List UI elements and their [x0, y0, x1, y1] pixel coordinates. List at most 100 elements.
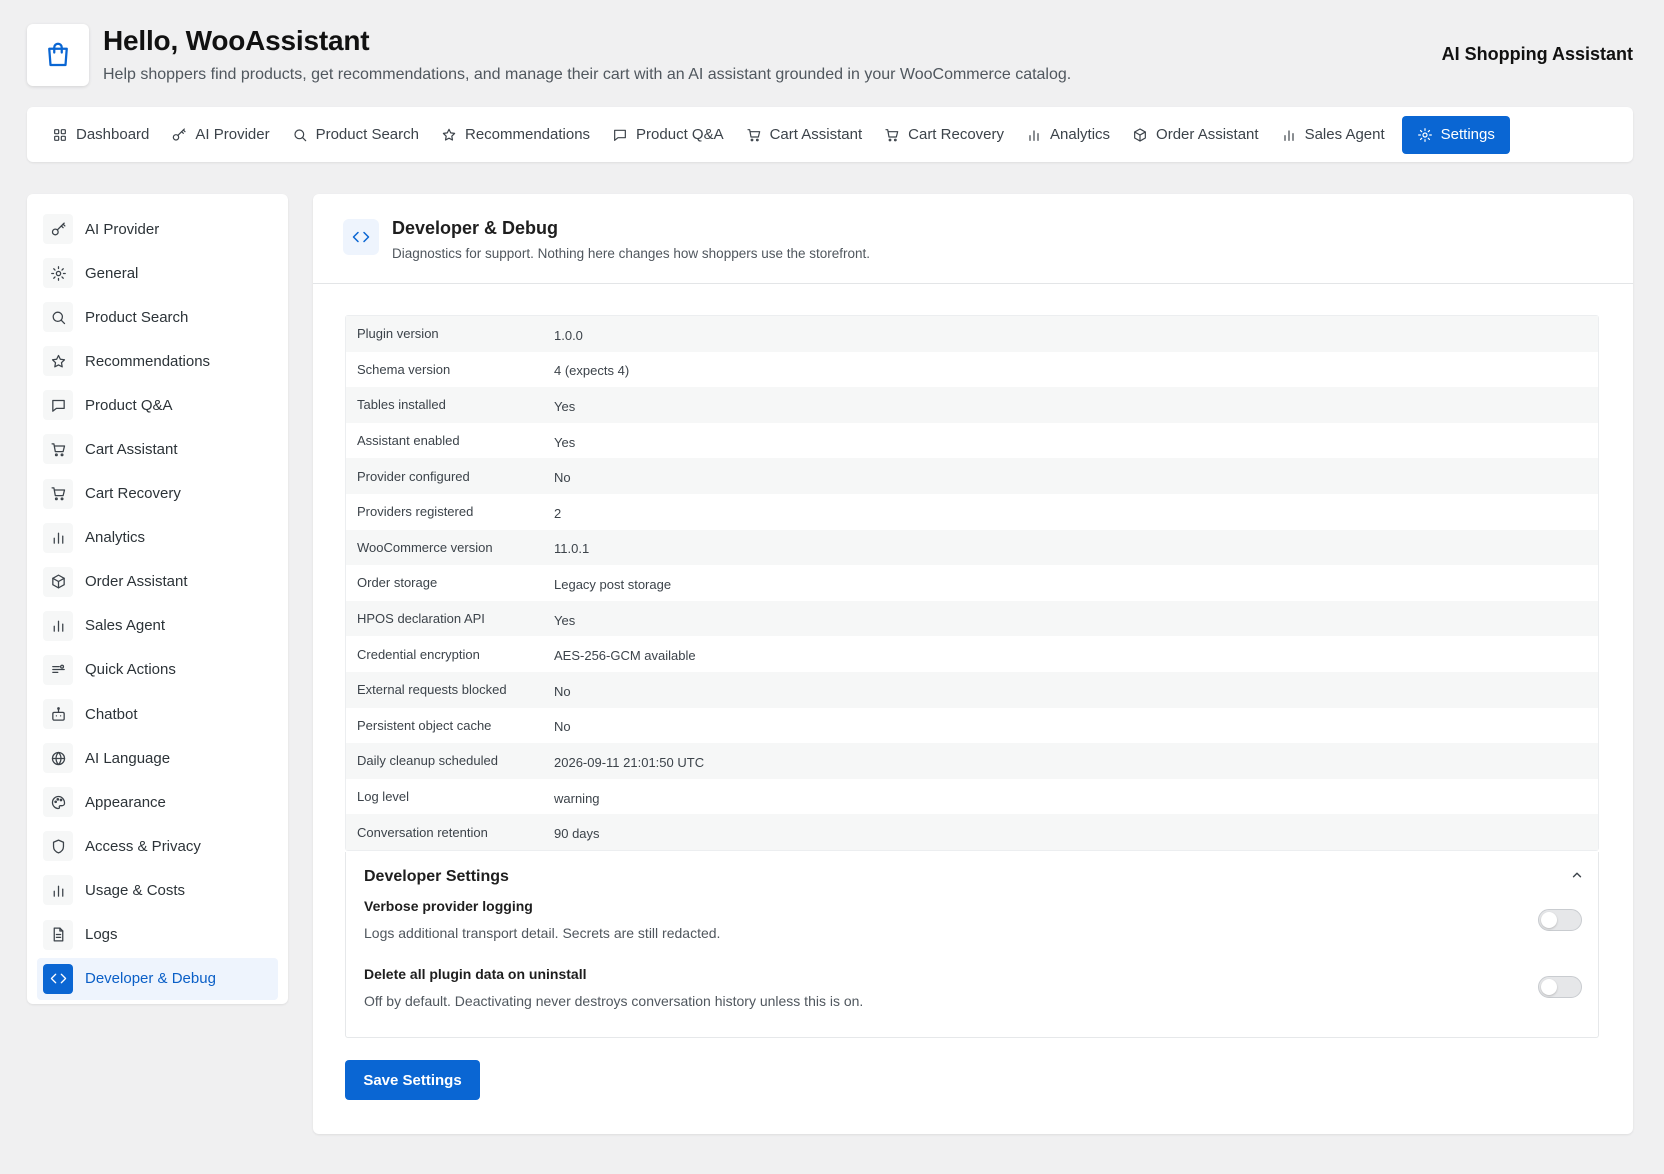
sidebar-item-analytics[interactable]: Analytics: [37, 517, 278, 559]
sidebar-item-chatbot[interactable]: Chatbot: [37, 693, 278, 735]
diagnostic-key: Providers registered: [357, 504, 474, 520]
sidebar-item-label: Recommendations: [85, 352, 211, 370]
tab-label: Cart Assistant: [769, 126, 863, 143]
code-icon: [343, 219, 379, 255]
sidebar-item-recommendations[interactable]: Recommendations: [37, 340, 278, 382]
key-icon: [43, 214, 73, 244]
sidebar-item-label: Appearance: [85, 793, 166, 811]
diagnostic-value: 1.0.0: [554, 327, 583, 343]
tab-cart-assistant[interactable]: Cart Assistant: [735, 116, 874, 154]
sidebar-item-quick-actions[interactable]: Quick Actions: [37, 649, 278, 691]
tab-cart-recovery[interactable]: Cart Recovery: [873, 116, 1015, 154]
product-name: AI Shopping Assistant: [1441, 44, 1633, 64]
diagnostic-key: HPOS declaration API: [357, 611, 485, 627]
bar-chart-icon: [43, 610, 73, 641]
tab-label: Product Q&A: [636, 126, 724, 143]
sidebar-item-cart-recovery[interactable]: Cart Recovery: [37, 473, 278, 515]
top-nav: Dashboard AI Provider Product Search Recomm…: [27, 107, 1633, 162]
diagnostic-value: AES-256-GCM available: [554, 648, 696, 664]
sidebar-item-general[interactable]: General: [37, 252, 278, 294]
tab-label: Sales Agent: [1304, 126, 1385, 143]
sidebar-item-usage-and-costs[interactable]: Usage & Costs: [37, 869, 278, 911]
tab-product-qanda[interactable]: Product Q&A: [601, 116, 735, 154]
diagnostic-key: Provider configured: [357, 468, 470, 484]
tab-recommendations[interactable]: Recommendations: [430, 116, 601, 154]
sidebar-item-order-assistant[interactable]: Order Assistant: [37, 561, 278, 603]
tab-label: Settings: [1440, 126, 1495, 143]
verbose-logging-toggle[interactable]: [1538, 909, 1582, 931]
sidebar-item-label: Access & Privacy: [85, 837, 201, 855]
tab-analytics[interactable]: Analytics: [1015, 116, 1121, 154]
tab-order-assistant[interactable]: Order Assistant: [1121, 116, 1270, 154]
bar-chart-icon: [43, 875, 73, 906]
chevron-up-icon[interactable]: [1568, 866, 1586, 884]
diagnostics-table: Plugin version 1.0.0 Schema version 4 (expe…: [345, 315, 1599, 851]
save-settings-button[interactable]: Save Settings: [345, 1060, 480, 1100]
sidebar-item-label: Developer & Debug: [85, 970, 216, 988]
document-icon: [43, 919, 73, 950]
table-row: Providers registered 2: [346, 494, 1598, 530]
toggle-knob: [1541, 979, 1557, 995]
sidebar-item-product-search[interactable]: Product Search: [37, 296, 278, 338]
diagnostic-key: WooCommerce version: [357, 539, 493, 555]
delete-data-label: Delete all plugin data on uninstall: [364, 966, 587, 982]
tab-label: Order Assistant: [1156, 126, 1259, 143]
sidebar-item-label: Order Assistant: [85, 573, 188, 591]
diagnostic-key: Daily cleanup scheduled: [357, 753, 498, 769]
tab-product-search[interactable]: Product Search: [281, 116, 430, 154]
diagnostic-key: Assistant enabled: [357, 433, 460, 449]
page-title: Hello, WooAssistant: [103, 25, 370, 56]
table-row: Credential encryption AES-256-GCM availab…: [346, 636, 1598, 672]
tab-ai-provider[interactable]: AI Provider: [160, 116, 280, 154]
sidebar-item-label: Sales Agent: [85, 617, 166, 635]
page-subtitle: Help shoppers find products, get recomme…: [103, 66, 1072, 83]
grid-icon: [52, 127, 68, 143]
diagnostic-value: Yes: [554, 434, 576, 450]
panel-description: Diagnostics for support. Nothing here ch…: [392, 246, 871, 261]
sidebar-item-label: Logs: [85, 926, 118, 943]
bar-chart-icon: [43, 522, 73, 553]
comment-icon: [612, 127, 628, 143]
diagnostic-key: Log level: [357, 789, 410, 805]
verbose-logging-label: Verbose provider logging: [364, 898, 533, 914]
tab-label: AI Provider: [195, 126, 270, 143]
diagnostic-value: Legacy post storage: [554, 576, 672, 592]
tab-dashboard[interactable]: Dashboard: [41, 116, 160, 154]
tab-sales-agent[interactable]: Sales Agent: [1270, 116, 1396, 154]
table-row: Schema version 4 (expects 4): [346, 352, 1598, 388]
star-icon: [441, 127, 457, 143]
sidebar-item-ai-language[interactable]: AI Language: [37, 737, 278, 779]
sidebar-item-developer-and-debug[interactable]: Developer & Debug: [37, 957, 278, 1000]
sidebar-item-sales-agent[interactable]: Sales Agent: [37, 605, 278, 647]
diagnostic-key: Schema version: [357, 361, 451, 377]
table-row: Order storage Legacy post storage: [346, 565, 1598, 601]
cart-icon: [884, 127, 900, 143]
sidebar-item-logs[interactable]: Logs: [37, 914, 278, 956]
diagnostic-key: Credential encryption: [357, 646, 480, 662]
bar-chart-icon: [1026, 127, 1042, 143]
tab-settings[interactable]: Settings: [1401, 115, 1510, 154]
sidebar-item-product-qanda[interactable]: Product Q&A: [37, 384, 278, 426]
sidebar-item-access-and-privacy[interactable]: Access & Privacy: [37, 825, 278, 867]
table-row: Log level warning: [346, 779, 1598, 815]
diagnostic-key: Tables installed: [357, 397, 446, 413]
sidebar-item-ai-provider[interactable]: AI Provider: [37, 208, 278, 250]
table-row: WooCommerce version 11.0.1: [346, 529, 1598, 566]
table-row: Conversation retention 90 days: [346, 814, 1598, 850]
table-row: Daily cleanup scheduled 2026-09-11 21:01:…: [346, 743, 1598, 779]
palette-icon: [43, 787, 73, 818]
sidebar-item-appearance[interactable]: Appearance: [37, 781, 278, 823]
table-row: Assistant enabled Yes: [346, 423, 1598, 459]
actions-icon: [43, 654, 73, 685]
sidebar-item-label: Chatbot: [85, 705, 138, 723]
diagnostic-value: warning: [554, 790, 600, 806]
sidebar-item-label: Product Q&A: [85, 396, 173, 414]
gear-icon: [43, 258, 73, 289]
panel-title: Developer & Debug: [392, 218, 559, 238]
tab-label: Analytics: [1050, 126, 1111, 143]
diagnostic-value: Yes: [554, 398, 576, 414]
delete-data-toggle[interactable]: [1538, 976, 1582, 998]
diagnostic-value: No: [554, 470, 571, 486]
sidebar-item-cart-assistant[interactable]: Cart Assistant: [37, 428, 278, 470]
code-icon: [43, 963, 73, 994]
